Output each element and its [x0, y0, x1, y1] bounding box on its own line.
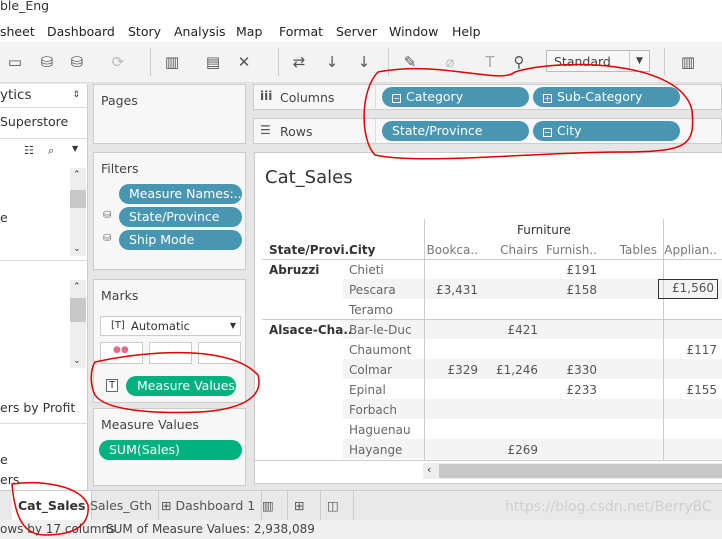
annotation-marks-card [90, 351, 260, 414]
annotation-shelves [363, 63, 694, 160]
annotation-tab [11, 481, 89, 536]
annotation-marks [11, 63, 694, 536]
